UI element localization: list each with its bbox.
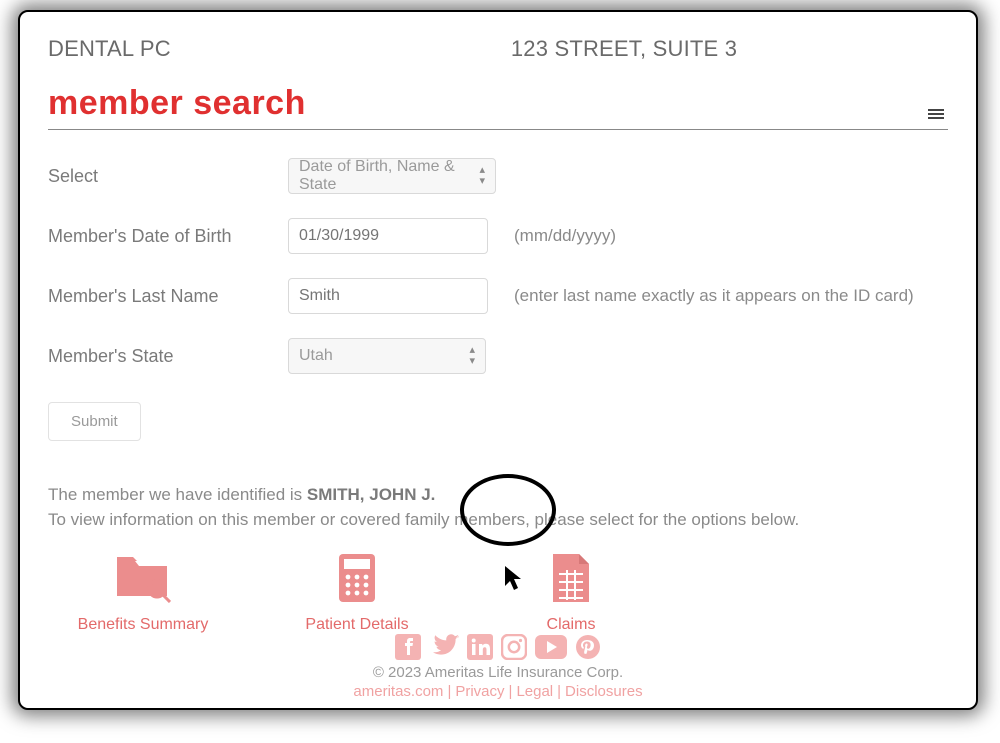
state-label: Member's State	[48, 346, 288, 367]
search-type-value: Date of Birth, Name & State	[299, 158, 485, 194]
footer-link-privacy[interactable]: Privacy	[455, 683, 504, 700]
dob-label: Member's Date of Birth	[48, 226, 288, 247]
result-prefix: The member we have identified is	[48, 485, 307, 504]
footer-links: ameritas.com|Privacy|Legal|Disclosures	[20, 683, 976, 700]
social-icons-row	[20, 634, 976, 660]
submit-button[interactable]: Submit	[48, 402, 141, 441]
patient-details-button[interactable]: Patient Details	[282, 550, 432, 634]
dob-input[interactable]	[288, 218, 488, 254]
facebook-icon[interactable]	[395, 634, 421, 660]
lastname-label: Member's Last Name	[48, 286, 288, 307]
provider-address: 123 STREET, SUITE 3	[511, 36, 737, 62]
benefits-summary-button[interactable]: Benefits Summary	[68, 550, 218, 634]
chevron-updown-icon: ▴▾	[469, 345, 475, 367]
state-value: Utah	[299, 347, 333, 365]
lastname-hint: (enter last name exactly as it appears o…	[514, 286, 914, 306]
folder-search-icon	[115, 550, 171, 606]
footer-link-legal[interactable]: Legal	[516, 683, 553, 700]
pinterest-icon[interactable]	[575, 634, 601, 660]
patient-details-label: Patient Details	[305, 616, 408, 634]
page-title: member search	[48, 84, 306, 123]
linkedin-icon[interactable]	[467, 634, 493, 660]
claims-button[interactable]: Claims	[496, 550, 646, 634]
provider-name: DENTAL PC	[48, 36, 171, 62]
chevron-updown-icon: ▴▾	[479, 165, 485, 187]
select-label: Select	[48, 166, 288, 187]
twitter-icon[interactable]	[429, 634, 459, 660]
result-member-name: SMITH, JOHN J.	[307, 485, 435, 504]
calculator-icon	[337, 550, 377, 606]
search-type-select[interactable]: Date of Birth, Name & State ▴▾	[288, 158, 496, 194]
benefits-summary-label: Benefits Summary	[78, 616, 209, 634]
dob-hint: (mm/dd/yyyy)	[514, 226, 616, 246]
state-select[interactable]: Utah ▴▾	[288, 338, 486, 374]
menu-icon[interactable]	[928, 109, 948, 123]
lastname-input[interactable]	[288, 278, 488, 314]
result-instruction: To view information on this member or co…	[48, 508, 948, 533]
footer-link-site[interactable]: ameritas.com	[353, 683, 443, 700]
footer-copyright: © 2023 Ameritas Life Insurance Corp.	[20, 664, 976, 681]
youtube-icon[interactable]	[535, 635, 567, 659]
instagram-icon[interactable]	[501, 634, 527, 660]
spreadsheet-icon	[549, 550, 593, 606]
claims-label: Claims	[547, 616, 596, 634]
footer-link-disclosures[interactable]: Disclosures	[565, 683, 643, 700]
